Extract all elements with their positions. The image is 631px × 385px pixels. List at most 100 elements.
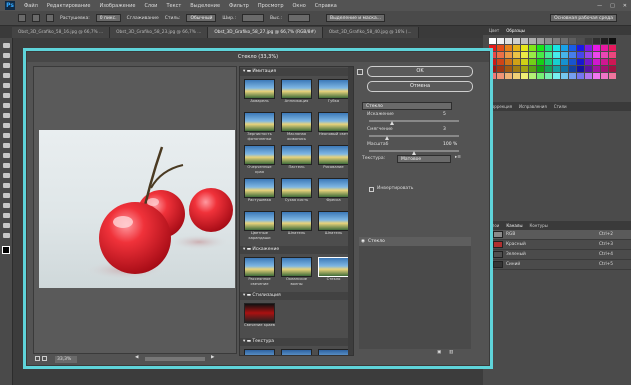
scroll-left-icon[interactable]: ◀: [135, 355, 138, 360]
color-swatch[interactable]: [513, 52, 520, 58]
color-swatch[interactable]: [585, 38, 592, 44]
channel-row[interactable]: Зеленый Ctrl+4: [483, 250, 631, 260]
filter-thumbnail[interactable]: Океанские волны: [281, 257, 312, 288]
tab-swatches[interactable]: Образцы: [506, 28, 525, 33]
filter-thumbnail[interactable]: Шпатель: [318, 211, 349, 242]
color-swatch[interactable]: [497, 59, 504, 65]
zoom-tool-icon[interactable]: [2, 233, 10, 238]
color-swatch[interactable]: [577, 52, 584, 58]
color-swatch[interactable]: [529, 38, 536, 44]
filter-thumbnail[interactable]: Фреска: [318, 178, 349, 209]
crop-tool-icon[interactable]: [2, 83, 10, 88]
color-swatch[interactable]: [601, 38, 608, 44]
texture-menu-icon[interactable]: ▸≡: [455, 155, 461, 160]
color-swatch[interactable]: [505, 73, 512, 79]
clone-stamp-icon[interactable]: [2, 123, 10, 128]
color-swatch[interactable]: [505, 45, 512, 51]
color-swatch[interactable]: [577, 73, 584, 79]
param-slider[interactable]: [369, 135, 459, 137]
gradient-tool-icon[interactable]: [2, 153, 10, 158]
color-swatch[interactable]: [553, 45, 560, 51]
color-swatch[interactable]: [497, 38, 504, 44]
filter-thumbnail[interactable]: Сухая кисть: [281, 178, 312, 209]
color-swatch[interactable]: [609, 38, 616, 44]
gallery-scrollbar[interactable]: [348, 67, 353, 355]
tab-corrections[interactable]: Исправления: [519, 104, 547, 109]
color-swatch[interactable]: [505, 38, 512, 44]
color-swatch[interactable]: [569, 38, 576, 44]
filter-thumbnail[interactable]: Стекло: [318, 257, 349, 288]
color-swatch[interactable]: [513, 73, 520, 79]
color-swatch[interactable]: [545, 52, 552, 58]
color-swatch[interactable]: [609, 73, 616, 79]
eyedropper-tool-icon[interactable]: [2, 93, 10, 98]
color-swatch[interactable]: [513, 66, 520, 72]
filter-group-header[interactable]: ▾ ▬ Стилизация: [240, 292, 353, 300]
color-swatch[interactable]: [593, 52, 600, 58]
close-icon[interactable]: ✕: [623, 3, 627, 9]
filter-thumbnail[interactable]: Неоновый свет: [318, 112, 349, 143]
color-swatch[interactable]: [593, 66, 600, 72]
color-swatch[interactable]: [553, 73, 560, 79]
blur-tool-icon[interactable]: [2, 163, 10, 168]
document-tab[interactable]: Obst_3D_Grafiko_58_16.jpg @ 66,7% ...: [12, 27, 111, 38]
color-swatch[interactable]: [601, 52, 608, 58]
tab-styles[interactable]: Стили: [554, 104, 567, 109]
color-swatch[interactable]: [553, 59, 560, 65]
color-swatch[interactable]: [521, 66, 528, 72]
color-swatch[interactable]: [561, 66, 568, 72]
color-swatch[interactable]: [609, 45, 616, 51]
channel-row[interactable]: Синий Ctrl+5: [483, 260, 631, 270]
quick-select-tool-icon[interactable]: [2, 73, 10, 78]
color-swatch[interactable]: [497, 52, 504, 58]
color-swatch[interactable]: [609, 59, 616, 65]
filter-group-header[interactable]: ▾ ▬ Текстура: [240, 338, 353, 346]
filter-thumbnail[interactable]: Растушевка: [244, 178, 275, 209]
horizontal-scrollbar[interactable]: [145, 357, 205, 361]
color-swatch[interactable]: [497, 66, 504, 72]
color-swatch[interactable]: [601, 73, 608, 79]
color-swatch[interactable]: [545, 66, 552, 72]
minimize-icon[interactable]: —: [597, 3, 602, 9]
hand-tool-icon[interactable]: [2, 223, 10, 228]
lasso-tool-icon[interactable]: [2, 63, 10, 68]
menu-image[interactable]: Изображение: [99, 3, 135, 9]
color-swatch[interactable]: [585, 73, 592, 79]
tab-color[interactable]: Цвет: [489, 28, 499, 33]
color-swatch[interactable]: [537, 52, 544, 58]
color-swatch[interactable]: [561, 52, 568, 58]
filter-thumbnail[interactable]: Зерно: [281, 349, 312, 355]
menu-window[interactable]: Окно: [293, 3, 306, 9]
color-swatch[interactable]: [585, 45, 592, 51]
menu-help[interactable]: Справка: [315, 3, 337, 9]
color-swatch[interactable]: [585, 66, 592, 72]
tab-channels[interactable]: Каналы: [506, 223, 522, 228]
filter-thumbnail[interactable]: Аппликация: [281, 79, 312, 110]
zoom-select[interactable]: 33,3%: [55, 356, 77, 363]
color-swatch[interactable]: [585, 52, 592, 58]
filter-thumbnail[interactable]: Витраж: [244, 349, 275, 355]
dodge-tool-icon[interactable]: [2, 173, 10, 178]
color-swatch[interactable]: [529, 66, 536, 72]
color-swatch[interactable]: [561, 38, 568, 44]
width-input[interactable]: [241, 14, 264, 22]
healing-brush-icon[interactable]: [2, 103, 10, 108]
color-swatch[interactable]: [585, 59, 592, 65]
color-swatch[interactable]: [577, 59, 584, 65]
workspace-select[interactable]: Основная рабочая среда: [550, 14, 617, 22]
path-select-icon[interactable]: [2, 203, 10, 208]
color-swatch[interactable]: [529, 73, 536, 79]
style-select[interactable]: Обычный: [186, 14, 217, 22]
color-swatch[interactable]: [505, 52, 512, 58]
document-tab-active[interactable]: Obst_3D_Grafiko_58_27.jpg @ 66,7% (RGB/8…: [208, 27, 323, 38]
slider-knob[interactable]: [385, 136, 389, 140]
add-selection-icon[interactable]: [46, 14, 54, 22]
color-swatch[interactable]: [505, 66, 512, 72]
color-swatch[interactable]: [593, 38, 600, 44]
color-swatch[interactable]: [561, 59, 568, 65]
delete-effect-layer-icon[interactable]: ▥: [449, 350, 453, 355]
color-swatch[interactable]: [553, 52, 560, 58]
document-tab[interactable]: Obst_3D_Grafiko_58_23.jpg @ 66,7% ...: [110, 27, 209, 38]
invert-checkbox[interactable]: [369, 187, 374, 192]
filter-thumbnail[interactable]: Акварель: [244, 79, 275, 110]
